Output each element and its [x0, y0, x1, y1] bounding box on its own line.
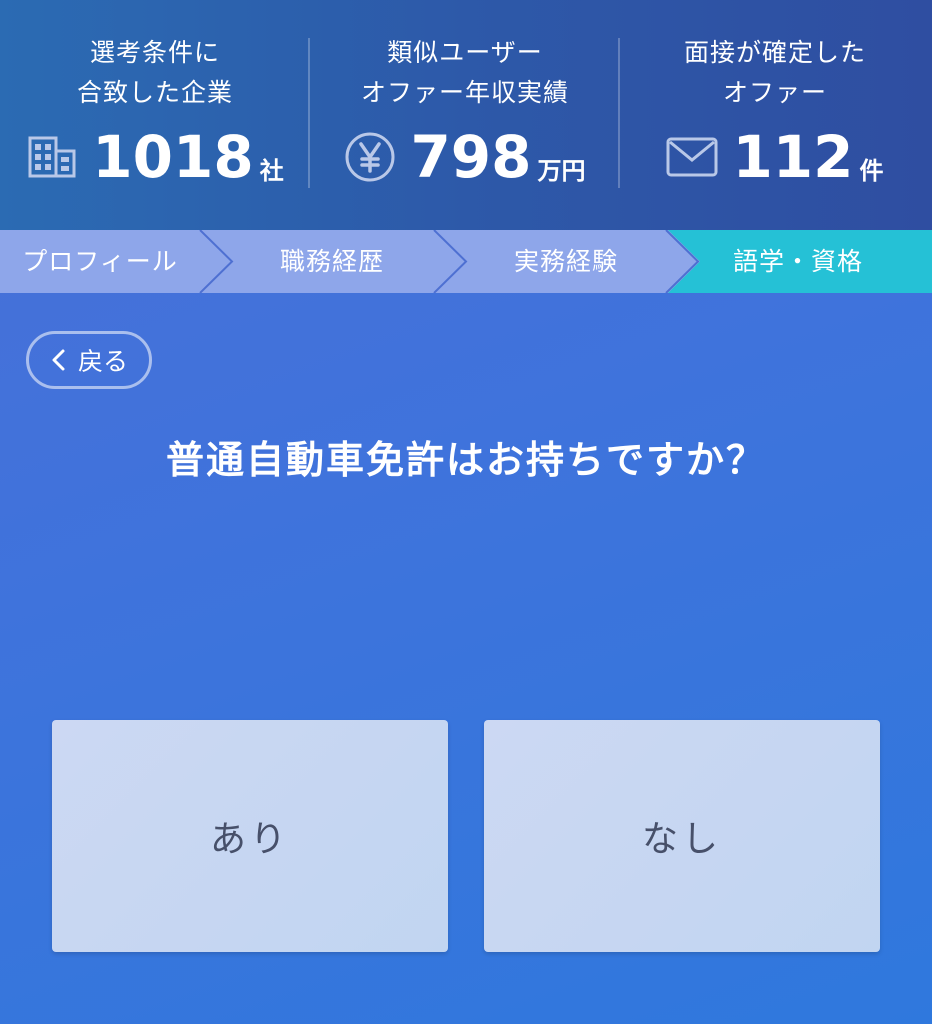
stat-value: 1018	[92, 123, 254, 191]
stat-label: 選考条件に	[89, 38, 220, 67]
step-work-history: 職務経歴	[279, 247, 384, 276]
stat-label: オファー	[722, 78, 827, 107]
stat-confirmed-interview-offers: 面接が確定した オファー 112 件	[620, 0, 930, 230]
step-progress-bar: プロフィール 職務経歴 実務経験 語学・資格	[0, 230, 932, 293]
stat-unit: 社	[259, 156, 284, 185]
stat-value-row: 112 件	[620, 122, 930, 192]
back-button[interactable]: 戻る	[26, 331, 152, 389]
stat-unit: 万円	[537, 156, 586, 185]
yen-icon	[344, 131, 396, 183]
step-separator	[433, 230, 468, 293]
stat-label: 合致した企業	[76, 78, 233, 107]
mail-icon	[666, 131, 718, 183]
step-practical-experience: 実務経験	[513, 247, 618, 276]
back-button-label: 戻る	[77, 347, 128, 376]
stat-value-row: 798 万円	[310, 122, 620, 192]
stat-value: 798	[410, 123, 532, 191]
answer-yes-button[interactable]: あり	[52, 720, 448, 952]
stats-header: 選考条件に 合致した企業 1018 社 類似ユーザー オファー年収実績 798 …	[0, 0, 932, 230]
answer-no-button[interactable]: なし	[484, 720, 880, 952]
stat-unit: 件	[859, 156, 884, 185]
step-profile: プロフィール	[22, 247, 178, 276]
stat-value: 112	[732, 123, 854, 191]
step-language-qualifications: 語学・資格	[732, 247, 863, 276]
stat-value-row: 1018 社	[0, 122, 310, 192]
stat-label: 類似ユーザー	[387, 38, 543, 67]
building-icon	[26, 131, 78, 183]
stat-label: オファー年収実績	[360, 78, 569, 107]
step-separator	[199, 230, 234, 293]
stat-similar-user-offer-salary: 類似ユーザー オファー年収実績 798 万円	[310, 0, 620, 230]
question-title: 普通自動車免許はお持ちですか？	[165, 438, 766, 482]
stat-label: 面接が確定した	[683, 38, 866, 67]
stat-matching-companies: 選考条件に 合致した企業 1018 社	[0, 0, 310, 230]
chevron-left-icon	[52, 349, 65, 371]
